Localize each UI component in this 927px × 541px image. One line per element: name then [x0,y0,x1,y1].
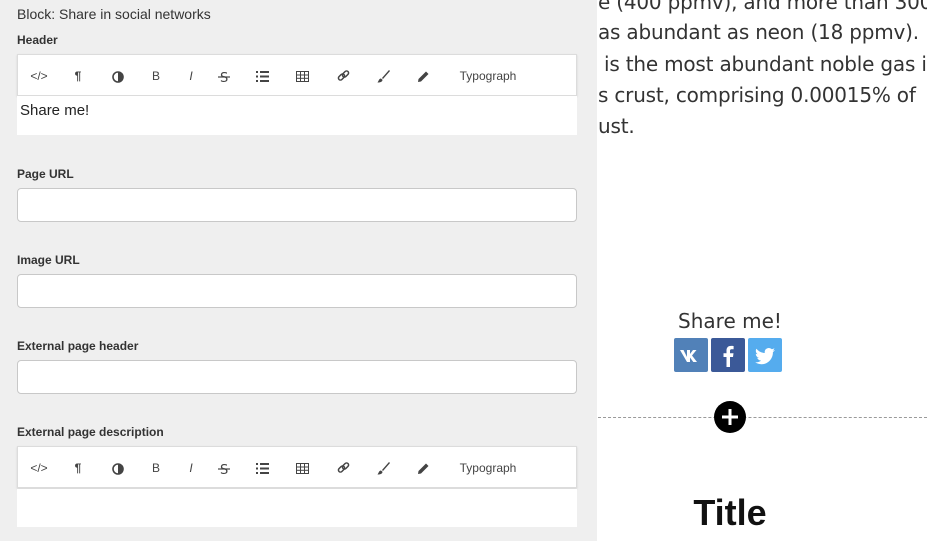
external-description-label: External page description [17,425,164,439]
brush-icon[interactable] [373,55,393,97]
facebook-share-button[interactable] [711,338,745,372]
image-url-input[interactable] [17,274,577,308]
page-url-label: Page URL [17,167,74,181]
preview-text-line: is the most abundant noble gas in [604,52,927,76]
list-icon[interactable] [252,55,272,97]
list-icon[interactable] [252,447,272,489]
italic-button[interactable]: I [181,447,201,489]
link-icon[interactable] [333,55,353,97]
header-editor-toolbar: </> ¶ B I S Typograph [17,54,577,96]
pencil-icon[interactable] [413,55,433,97]
preview-text-line: s crust, comprising 0.00015% of [598,83,916,107]
contrast-icon[interactable] [108,55,128,97]
share-heading: Share me! [678,309,782,333]
bold-button[interactable]: B [146,55,166,97]
vk-share-button[interactable] [674,338,708,372]
contrast-icon[interactable] [108,447,128,489]
twitter-share-button[interactable] [748,338,782,372]
external-header-label: External page header [17,339,139,353]
pencil-icon[interactable] [413,447,433,489]
brush-icon[interactable] [373,447,393,489]
code-view-button[interactable]: </> [28,55,50,97]
add-block-button[interactable] [714,401,746,433]
preview-text-line: e (400 ppmv), and more than 300 [598,0,927,14]
vk-icon [680,350,697,363]
strikethrough-icon[interactable]: S [214,447,234,489]
header-label: Header [17,33,58,47]
paragraph-button[interactable]: ¶ [68,447,88,489]
paragraph-button[interactable]: ¶ [68,55,88,97]
table-icon[interactable] [292,447,312,489]
header-editor[interactable]: Share me! [17,96,577,135]
strikethrough-icon[interactable]: S [214,55,234,97]
bold-button[interactable]: B [146,447,166,489]
preview-title: Title [693,492,767,533]
external-header-input[interactable] [17,360,577,394]
typograph-button[interactable]: Typograph [450,55,526,97]
twitter-icon [755,347,775,364]
facebook-icon [723,346,734,368]
image-url-label: Image URL [17,253,80,267]
preview-text-line: as abundant as neon (18 ppmv). [598,20,919,44]
link-icon[interactable] [333,447,353,489]
description-editor-toolbar: </> ¶ B I S Typograph [17,446,577,488]
plus-icon [722,409,738,425]
page-url-input[interactable] [17,188,577,222]
block-title: Block: Share in social networks [17,6,211,22]
block-divider [598,417,927,418]
preview-text-line: ust. [598,114,635,138]
block-settings-panel: Block: Share in social networks Header <… [0,0,597,541]
description-editor[interactable] [17,489,577,527]
italic-button[interactable]: I [181,55,201,97]
typograph-button[interactable]: Typograph [450,447,526,489]
code-view-button[interactable]: </> [28,447,50,489]
table-icon[interactable] [292,55,312,97]
